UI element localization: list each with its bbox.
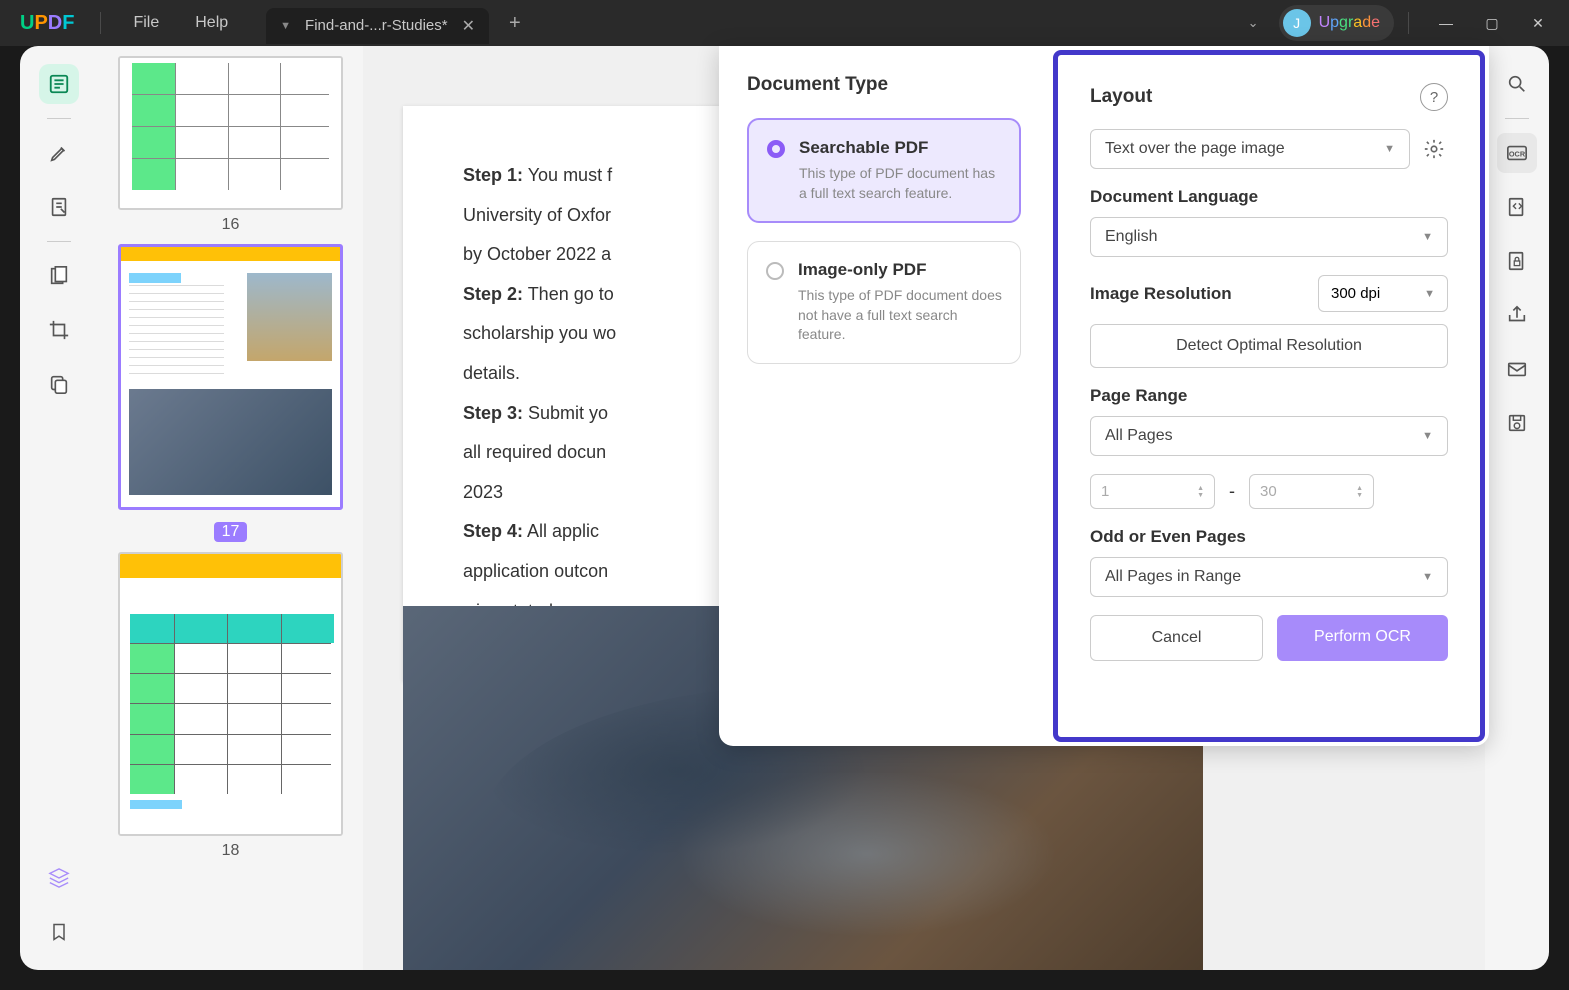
minimize-button[interactable]: ― bbox=[1423, 3, 1469, 43]
new-tab-button[interactable]: + bbox=[509, 12, 521, 35]
tab-close-icon[interactable]: ✕ bbox=[462, 16, 475, 36]
detect-resolution-button[interactable]: Detect Optimal Resolution bbox=[1090, 324, 1448, 368]
select-value: English bbox=[1105, 228, 1157, 246]
chevron-down-icon: ▼ bbox=[1422, 430, 1433, 442]
crop-tool[interactable] bbox=[39, 310, 79, 350]
thumbnail-label: 18 bbox=[118, 842, 343, 860]
layout-heading: Layout bbox=[1090, 86, 1152, 108]
oddeven-heading: Odd or Even Pages bbox=[1090, 527, 1448, 547]
menu-file[interactable]: File bbox=[115, 14, 177, 32]
select-value: Text over the page image bbox=[1105, 140, 1285, 158]
bookmark-button[interactable] bbox=[39, 912, 79, 952]
chevron-down-icon: ▼ bbox=[1422, 231, 1433, 243]
option-title: Searchable PDF bbox=[799, 138, 1001, 158]
upgrade-button[interactable]: J Upgrade bbox=[1279, 5, 1394, 41]
pages-tool[interactable] bbox=[39, 256, 79, 296]
divider bbox=[47, 118, 71, 119]
save-button[interactable] bbox=[1497, 403, 1537, 443]
thumbnail-16[interactable]: 16 bbox=[118, 56, 343, 234]
range-dash: - bbox=[1229, 481, 1235, 502]
upgrade-label: Upgrade bbox=[1319, 14, 1380, 32]
titlebar: UPDF File Help ▼ Find-and-...r-Studies* … bbox=[0, 0, 1569, 46]
range-to-input[interactable]: 30 ▲▼ bbox=[1249, 474, 1374, 509]
protect-button[interactable] bbox=[1497, 241, 1537, 281]
option-desc: This type of PDF document does not have … bbox=[798, 286, 1002, 345]
tab-dropdown-icon[interactable]: ▼ bbox=[280, 20, 291, 32]
avatar: J bbox=[1283, 9, 1311, 37]
window-dropdown-icon[interactable]: ⌄ bbox=[1248, 15, 1259, 31]
language-heading: Document Language bbox=[1090, 187, 1448, 207]
maximize-button[interactable]: ▢ bbox=[1469, 3, 1515, 43]
email-button[interactable] bbox=[1497, 349, 1537, 389]
ocr-doctype-section: Document Type Searchable PDF This type o… bbox=[719, 46, 1049, 746]
pagerange-select[interactable]: All Pages ▼ bbox=[1090, 416, 1448, 456]
divider bbox=[47, 241, 71, 242]
cancel-button[interactable]: Cancel bbox=[1090, 615, 1263, 661]
resolution-select[interactable]: 300 dpi ▼ bbox=[1318, 275, 1448, 312]
thumbnail-17[interactable]: 17 bbox=[118, 244, 343, 542]
spinner-icon[interactable]: ▲▼ bbox=[1197, 485, 1204, 499]
spinner-icon[interactable]: ▲▼ bbox=[1356, 485, 1363, 499]
help-icon[interactable]: ? bbox=[1420, 83, 1448, 111]
radio-icon bbox=[766, 262, 784, 280]
search-button[interactable] bbox=[1497, 64, 1537, 104]
chevron-down-icon: ▼ bbox=[1384, 143, 1395, 155]
divider bbox=[1505, 118, 1529, 119]
language-select[interactable]: English ▼ bbox=[1090, 217, 1448, 257]
right-sidebar: OCR bbox=[1485, 46, 1549, 970]
chevron-down-icon: ▼ bbox=[1424, 288, 1435, 300]
layout-select[interactable]: Text over the page image ▼ bbox=[1090, 129, 1410, 169]
pagerange-heading: Page Range bbox=[1090, 386, 1448, 406]
copy-tool[interactable] bbox=[39, 364, 79, 404]
option-desc: This type of PDF document has a full tex… bbox=[799, 164, 1001, 203]
resolution-heading: Image Resolution bbox=[1090, 284, 1232, 304]
range-from-input[interactable]: 1 ▲▼ bbox=[1090, 474, 1215, 509]
menu-help[interactable]: Help bbox=[177, 14, 246, 32]
thumbnail-label: 17 bbox=[214, 522, 248, 542]
separator bbox=[100, 12, 101, 34]
chevron-down-icon: ▼ bbox=[1422, 571, 1433, 583]
perform-ocr-button[interactable]: Perform OCR bbox=[1277, 615, 1448, 661]
svg-text:OCR: OCR bbox=[1509, 150, 1526, 159]
layers-button[interactable] bbox=[39, 858, 79, 898]
highlight-tool[interactable] bbox=[39, 133, 79, 173]
gear-icon[interactable] bbox=[1420, 135, 1448, 163]
select-value: All Pages bbox=[1105, 427, 1173, 445]
thumbnail-label: 16 bbox=[118, 216, 343, 234]
option-title: Image-only PDF bbox=[798, 260, 1002, 280]
imageonly-pdf-option[interactable]: Image-only PDF This type of PDF document… bbox=[747, 241, 1021, 364]
edit-tool[interactable] bbox=[39, 187, 79, 227]
close-button[interactable]: ✕ bbox=[1515, 3, 1561, 43]
doctype-heading: Document Type bbox=[747, 74, 1021, 96]
select-value: 300 dpi bbox=[1331, 285, 1380, 302]
ocr-settings-section: Layout ? Text over the page image ▼ Docu… bbox=[1053, 50, 1485, 742]
searchable-pdf-option[interactable]: Searchable PDF This type of PDF document… bbox=[747, 118, 1021, 223]
share-button[interactable] bbox=[1497, 295, 1537, 335]
left-sidebar bbox=[20, 46, 98, 970]
select-value: All Pages in Range bbox=[1105, 568, 1241, 586]
ocr-button[interactable]: OCR bbox=[1497, 133, 1537, 173]
thumbnails-button[interactable] bbox=[39, 64, 79, 104]
radio-icon bbox=[767, 140, 785, 158]
ocr-panel: Document Type Searchable PDF This type o… bbox=[719, 46, 1489, 746]
convert-button[interactable] bbox=[1497, 187, 1537, 227]
thumbnail-18[interactable]: 18 bbox=[118, 552, 343, 860]
thumbnail-panel: 16 17 18 bbox=[98, 46, 363, 970]
oddeven-select[interactable]: All Pages in Range ▼ bbox=[1090, 557, 1448, 597]
tab-title: Find-and-...r-Studies* bbox=[305, 17, 448, 34]
document-tab[interactable]: ▼ Find-and-...r-Studies* ✕ bbox=[266, 8, 489, 44]
app-logo: UPDF bbox=[8, 12, 86, 35]
separator bbox=[1408, 12, 1409, 34]
